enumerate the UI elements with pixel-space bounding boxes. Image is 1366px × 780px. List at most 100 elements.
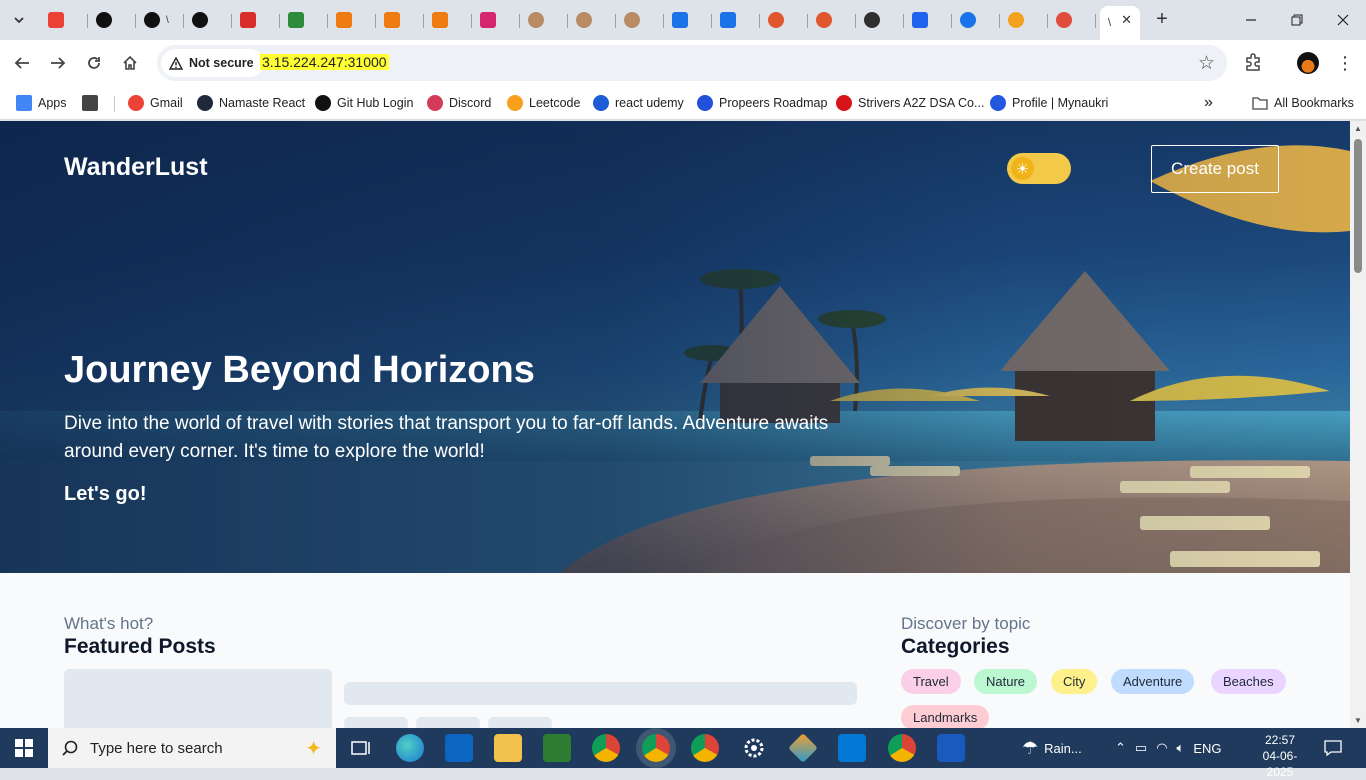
browser-tab[interactable] [568,6,616,34]
bookmark-label: Propeers Roadmap [719,96,828,110]
bookmark-item[interactable] [82,92,98,114]
browser-tab[interactable] [664,6,712,34]
github-icon [192,12,208,28]
new-tab-button[interactable]: + [1150,8,1174,32]
github-icon [315,95,331,111]
page-scrollbar[interactable]: ▲ ▼ [1350,121,1366,728]
browser-tab[interactable] [184,6,232,34]
browser-tab[interactable] [88,6,136,34]
browser-tab[interactable] [616,6,664,34]
settings-gear-icon[interactable] [740,734,768,762]
file-explorer-icon[interactable] [494,734,522,762]
category-chip[interactable]: Nature [974,669,1038,694]
orange-app-icon [384,12,400,28]
scroll-thumb[interactable] [1354,139,1362,273]
create-post-button[interactable]: Create post [1151,145,1279,193]
browser-tab[interactable] [760,6,808,34]
browser-tab[interactable] [904,6,952,34]
site-logo[interactable]: WanderLust [64,153,208,182]
word-icon[interactable] [937,734,965,762]
scroll-down-icon[interactable]: ▼ [1354,716,1362,725]
chrome-profile-icon[interactable] [691,734,719,762]
bookmark-item[interactable]: Leetcode [507,92,580,114]
bookmark-item[interactable]: Discord [427,92,491,114]
linkedin-icon[interactable] [445,734,473,762]
taskbar-search-box[interactable]: Type here to search ✦ [48,728,336,768]
browser-tab[interactable] [472,6,520,34]
start-button[interactable] [0,728,48,768]
browser-tab[interactable] [952,6,1000,34]
tab-active[interactable]: \ ✕ [1100,6,1140,40]
browser-tab[interactable] [232,6,280,34]
browser-tab[interactable] [520,6,568,34]
browser-tab[interactable]: \ [136,6,184,34]
category-chip[interactable]: Adventure [1111,669,1195,694]
category-chip[interactable]: Landmarks [901,705,990,728]
scroll-up-icon[interactable]: ▲ [1354,124,1362,133]
address-bar[interactable]: Not secure 3.15.224.247:31000 ☆ [157,45,1227,81]
bookmark-item[interactable]: Git Hub Login [315,92,413,114]
home-button[interactable] [115,48,145,78]
chrome-icon[interactable] [592,734,620,762]
browser-tab[interactable] [1048,6,1096,34]
more-menu-icon[interactable]: ⋮ [1336,52,1354,74]
spreadsheet-app-icon[interactable] [543,734,571,762]
profile-avatar[interactable] [1297,52,1319,74]
browser-tab[interactable] [1000,6,1048,34]
all-bookmarks-label: All Bookmarks [1274,96,1354,110]
category-chip[interactable]: Travel [901,669,961,694]
bookmark-star-icon[interactable]: ☆ [1198,52,1215,75]
back-button[interactable] [7,48,37,78]
close-icon [1337,14,1349,26]
forward-button[interactable] [43,48,73,78]
reload-button[interactable] [79,48,109,78]
vscode-icon[interactable] [838,734,866,762]
browser-tab[interactable] [424,6,472,34]
more-bookmarks-button[interactable]: » [1204,92,1213,114]
browser-tab[interactable] [808,6,856,34]
tab-groups-icon [82,95,98,111]
language-indicator[interactable]: ENG [1193,741,1221,756]
bookmark-item[interactable]: Namaste React [197,92,305,114]
category-chip[interactable]: City [1051,669,1098,694]
browser-tab[interactable] [856,6,904,34]
battery-icon[interactable]: ▭ [1135,740,1147,756]
browser-tab[interactable] [40,6,88,34]
edge-icon[interactable] [396,734,424,762]
weather-widget[interactable]: ☂ Rain... [1022,728,1082,768]
bookmarks-bar: Apps Gmail Namaste React Git Hub Login Disco… [0,86,1366,120]
bookmark-item[interactable]: Profile | Mynaukri [990,92,1108,114]
close-tab-icon[interactable]: ✕ [1121,12,1132,28]
url-text[interactable]: 3.15.224.247:31000 [260,54,389,70]
task-view-icon[interactable] [346,734,374,762]
browser-tab[interactable] [376,6,424,34]
git-app-icon[interactable] [788,733,818,763]
chrome-secondary-icon[interactable] [888,734,916,762]
wifi-icon[interactable]: ◠ [1156,740,1167,756]
bookmark-item[interactable]: Gmail [128,92,183,114]
theme-toggle[interactable]: ☀ [1007,153,1071,184]
security-chip[interactable]: Not secure [161,49,264,77]
clock[interactable]: 22:57 04-06-2025 [1252,732,1308,780]
restore-button[interactable] [1274,0,1320,40]
notifications-icon[interactable] [1324,728,1342,768]
category-chip[interactable]: Beaches [1211,669,1286,694]
chrome-active-icon[interactable] [642,734,670,762]
tab-search-button[interactable] [6,8,32,32]
close-window-button[interactable] [1320,0,1366,40]
bookmark-item[interactable]: Propeers Roadmap [697,92,827,114]
bookmark-item[interactable]: Strivers A2Z DSA Co... [836,92,984,114]
chevron-up-icon[interactable]: ⌃ [1115,740,1126,756]
bookmark-item[interactable]: react udemy [593,92,684,114]
browser-tab[interactable] [280,6,328,34]
minimize-button[interactable] [1228,0,1274,40]
bookmark-item[interactable]: Apps [16,92,67,114]
red-drop-icon [1056,12,1072,28]
all-bookmarks-button[interactable]: All Bookmarks [1252,92,1354,114]
browser-tab[interactable] [328,6,376,34]
volume-icon[interactable]: 🔈︎ [1177,740,1185,756]
browser-tab[interactable] [712,6,760,34]
tab-active-label: \ [1108,17,1112,29]
hero-cta-link[interactable]: Let's go! [64,483,147,506]
extensions-icon[interactable] [1243,52,1265,74]
